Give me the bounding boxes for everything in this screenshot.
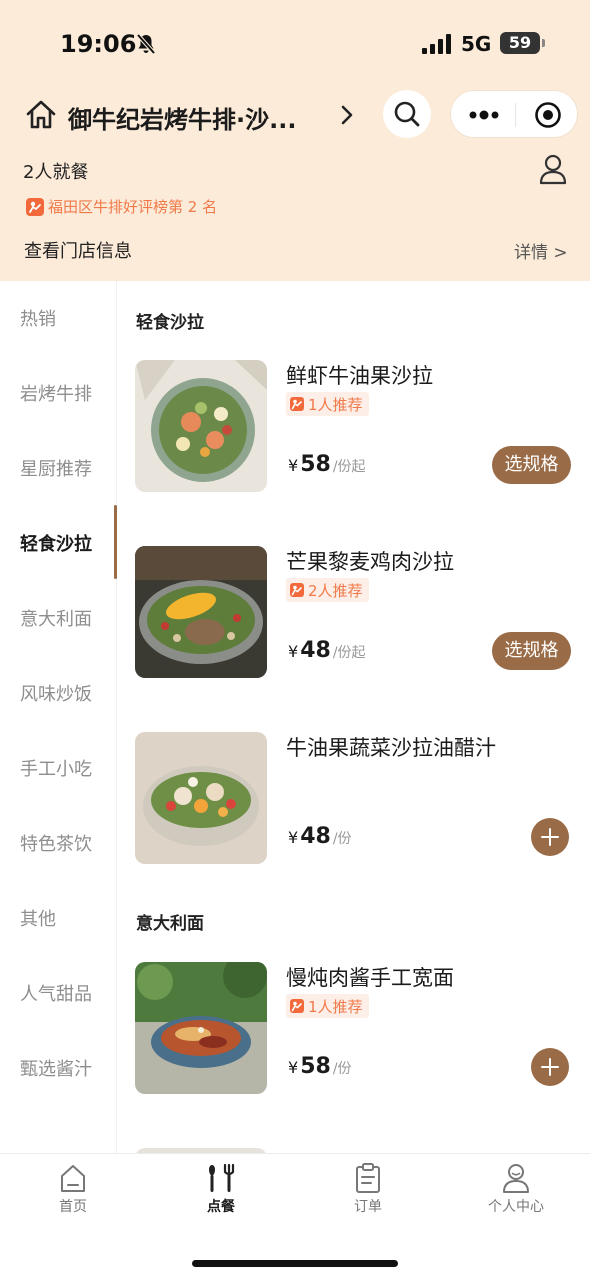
price-unit: /份 xyxy=(332,831,352,847)
ranking-text: 福田区牛排好评榜第 2 名 xyxy=(48,198,218,216)
status-bar: 19:06 5G 59 xyxy=(0,0,590,88)
network-label: 5G xyxy=(461,32,492,56)
nav-bar: 御牛纪岩烤牛排·沙... xyxy=(0,88,590,144)
dish-name: 慢炖肉酱手工宽面 xyxy=(286,966,454,990)
person-icon[interactable] xyxy=(538,153,568,185)
category-other[interactable]: 其他 xyxy=(20,905,56,931)
signal-icon xyxy=(422,34,451,54)
dish-name: 鲜虾牛油果沙拉 xyxy=(286,364,433,388)
add-to-cart-button[interactable] xyxy=(531,818,569,856)
price-currency: ¥ xyxy=(288,1058,299,1077)
tab-order-food[interactable]: 点餐 xyxy=(171,1162,271,1216)
recommend-text: 2人推荐 xyxy=(308,581,363,600)
diners-count[interactable]: 2人就餐 xyxy=(23,158,88,184)
category-desserts[interactable]: 人气甜品 xyxy=(20,980,92,1006)
price-currency: ¥ xyxy=(288,828,299,847)
dish-photo-avocado-vegetable-salad xyxy=(135,732,267,864)
home-indicator[interactable] xyxy=(192,1260,398,1267)
status-time: 19:06 xyxy=(60,30,137,58)
miniprogram-capsule xyxy=(450,90,578,138)
store-header: 19:06 5G 59 御牛纪岩烤牛排·沙... 2人就餐 福田区牛排好评榜第 … xyxy=(0,0,590,281)
tab-label: 点餐 xyxy=(207,1199,235,1215)
tab-label: 订单 xyxy=(354,1199,382,1215)
dish-item[interactable]: 牛油果蔬菜沙拉油醋汁 ¥48/份 xyxy=(117,732,590,866)
clipboard-icon xyxy=(356,1163,380,1193)
category-light-salad[interactable]: 轻食沙拉 xyxy=(20,530,92,556)
recommend-tag: 1人推荐 xyxy=(286,994,369,1018)
add-to-cart-button[interactable] xyxy=(531,1048,569,1086)
recommend-icon xyxy=(290,583,304,597)
recommend-text: 1人推荐 xyxy=(308,997,363,1016)
tab-label: 个人中心 xyxy=(488,1199,544,1215)
tab-label: 首页 xyxy=(59,1199,87,1215)
price-value: 58 xyxy=(300,1054,331,1079)
recommend-tag: 1人推荐 xyxy=(286,392,369,416)
search-button[interactable] xyxy=(383,90,431,138)
category-snacks[interactable]: 手工小吃 xyxy=(20,755,92,781)
home-tab-icon xyxy=(61,1165,85,1192)
dish-photo-shrimp-avocado-salad xyxy=(135,360,267,492)
close-miniprogram-icon[interactable] xyxy=(534,101,562,129)
category-sauces[interactable]: 甄选酱汁 xyxy=(20,1055,92,1081)
recommend-icon xyxy=(290,999,304,1013)
dish-photo-mango-quinoa-chicken-salad xyxy=(135,546,267,678)
category-tea-drinks[interactable]: 特色茶饮 xyxy=(20,830,92,856)
dish-photo-braised-meat-sauce-pappardelle xyxy=(135,962,267,1094)
search-icon xyxy=(394,101,420,127)
dish-item[interactable]: 慢炖肉酱手工宽面 1人推荐 ¥58/份 xyxy=(117,962,590,1096)
price-value: 58 xyxy=(300,452,331,477)
details-link[interactable]: 详情 > xyxy=(514,238,568,263)
dish-item[interactable]: 芒果黎麦鸡肉沙拉 2人推荐 ¥48/份起 选规格 xyxy=(117,546,590,680)
recommend-text: 1人推荐 xyxy=(308,395,363,414)
ranking-badge[interactable]: 福田区牛排好评榜第 2 名 xyxy=(26,196,217,217)
price-unit: /份起 xyxy=(332,645,366,661)
price-value: 48 xyxy=(300,638,331,663)
home-icon[interactable] xyxy=(24,98,58,132)
price-unit: /份 xyxy=(332,1061,352,1077)
store-name[interactable]: 御牛纪岩烤牛排·沙... xyxy=(68,100,328,135)
battery-indicator: 59 xyxy=(500,32,545,54)
store-info-link[interactable]: 查看门店信息 xyxy=(24,237,132,263)
dish-price: ¥48/份起 xyxy=(288,638,366,663)
more-icon[interactable] xyxy=(467,105,501,125)
category-hot[interactable]: 热销 xyxy=(20,305,56,331)
tab-home[interactable]: 首页 xyxy=(23,1162,123,1216)
tab-orders[interactable]: 订单 xyxy=(318,1162,418,1216)
category-pasta[interactable]: 意大利面 xyxy=(20,605,92,631)
dish-price: ¥58/份起 xyxy=(288,452,366,477)
price-unit: /份起 xyxy=(332,459,366,475)
section-title: 轻食沙拉 xyxy=(136,313,204,333)
category-sidebar: 热销 岩烤牛排 星厨推荐 轻食沙拉 意大利面 风味炒饭 手工小吃 特色茶饮 其他… xyxy=(0,281,117,1153)
user-icon xyxy=(503,1164,529,1193)
section-title: 意大利面 xyxy=(136,914,204,934)
dish-name: 牛油果蔬菜沙拉油醋汁 xyxy=(286,736,496,760)
dish-price: ¥58/份 xyxy=(288,1054,352,1079)
ranking-icon xyxy=(26,197,44,216)
select-spec-button[interactable]: 选规格 xyxy=(492,446,571,484)
category-chef-recommend[interactable]: 星厨推荐 xyxy=(20,455,92,481)
chevron-right-icon[interactable] xyxy=(336,102,358,128)
price-currency: ¥ xyxy=(288,456,299,475)
utensils-icon xyxy=(209,1163,235,1192)
tab-profile[interactable]: 个人中心 xyxy=(466,1162,566,1216)
category-stone-grilled-steak[interactable]: 岩烤牛排 xyxy=(20,380,92,406)
price-value: 48 xyxy=(300,824,331,849)
select-spec-button[interactable]: 选规格 xyxy=(492,632,571,670)
recommend-icon xyxy=(290,397,304,411)
dish-name: 芒果黎麦鸡肉沙拉 xyxy=(286,550,454,574)
price-currency: ¥ xyxy=(288,642,299,661)
dish-item[interactable]: 鲜虾牛油果沙拉 1人推荐 ¥58/份起 选规格 xyxy=(117,360,590,494)
dish-price: ¥48/份 xyxy=(288,824,352,849)
menu-list: 轻食沙拉 鲜虾牛油果沙拉 1人推荐 ¥58/份起 选规格 芒果黎麦鸡肉沙拉 2人… xyxy=(117,281,590,1153)
category-fried-rice[interactable]: 风味炒饭 xyxy=(20,680,92,706)
bell-mute-icon xyxy=(136,33,156,55)
capsule-divider xyxy=(515,103,516,127)
recommend-tag: 2人推荐 xyxy=(286,578,369,602)
